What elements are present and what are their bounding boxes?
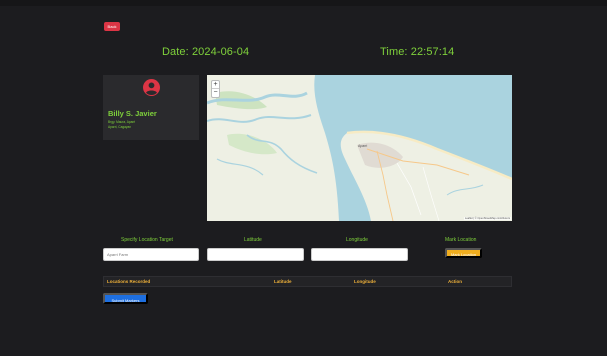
zoom-out-button[interactable]: −	[212, 89, 219, 97]
latitude-label: Latitude	[244, 237, 262, 243]
longitude-label: Longitude	[346, 237, 368, 243]
column-header-locations: Locations Recorded	[107, 279, 151, 284]
target-label: Specify Location Target	[121, 237, 173, 243]
column-header-action: Action	[448, 279, 462, 284]
profile-card: Billy S. Javier Brgy. Maura, Aparri Apar…	[103, 75, 199, 140]
zoom-in-button[interactable]: +	[212, 81, 219, 89]
profile-location: Aparri, Cagayan	[108, 125, 132, 129]
profile-address: Brgy. Maura, Aparri	[108, 120, 136, 124]
map-attribution[interactable]: Leaflet | © OpenStreetMap contributors	[463, 217, 511, 220]
map-view[interactable]: Aparri + − Leaflet | © OpenStreetMap con…	[207, 75, 512, 221]
time-display: Time: 22:57:14	[380, 46, 455, 58]
column-header-latitude: Latitude	[274, 279, 292, 284]
longitude-input[interactable]	[311, 248, 408, 261]
column-header-longitude: Longitude	[354, 279, 376, 284]
user-circle-icon	[143, 79, 160, 96]
locations-table-header: Locations Recorded Latitude Longitude Ac…	[103, 276, 512, 287]
mark-location-button[interactable]: Mark Location	[445, 248, 482, 258]
date-display: Date: 2024-06-04	[162, 46, 250, 58]
latitude-input[interactable]	[207, 248, 304, 261]
target-input[interactable]	[103, 248, 199, 261]
map-place-label: Aparri	[358, 144, 368, 148]
submit-markers-button[interactable]: Submit Markers	[103, 293, 148, 304]
back-button[interactable]: Back	[104, 22, 120, 31]
map-tiles[interactable]: Aparri	[207, 75, 512, 221]
profile-name: Billy S. Javier	[108, 109, 157, 118]
top-strip	[0, 0, 607, 6]
map-zoom-control[interactable]: + −	[211, 80, 220, 98]
mark-location-label: Mark Location	[445, 237, 477, 243]
